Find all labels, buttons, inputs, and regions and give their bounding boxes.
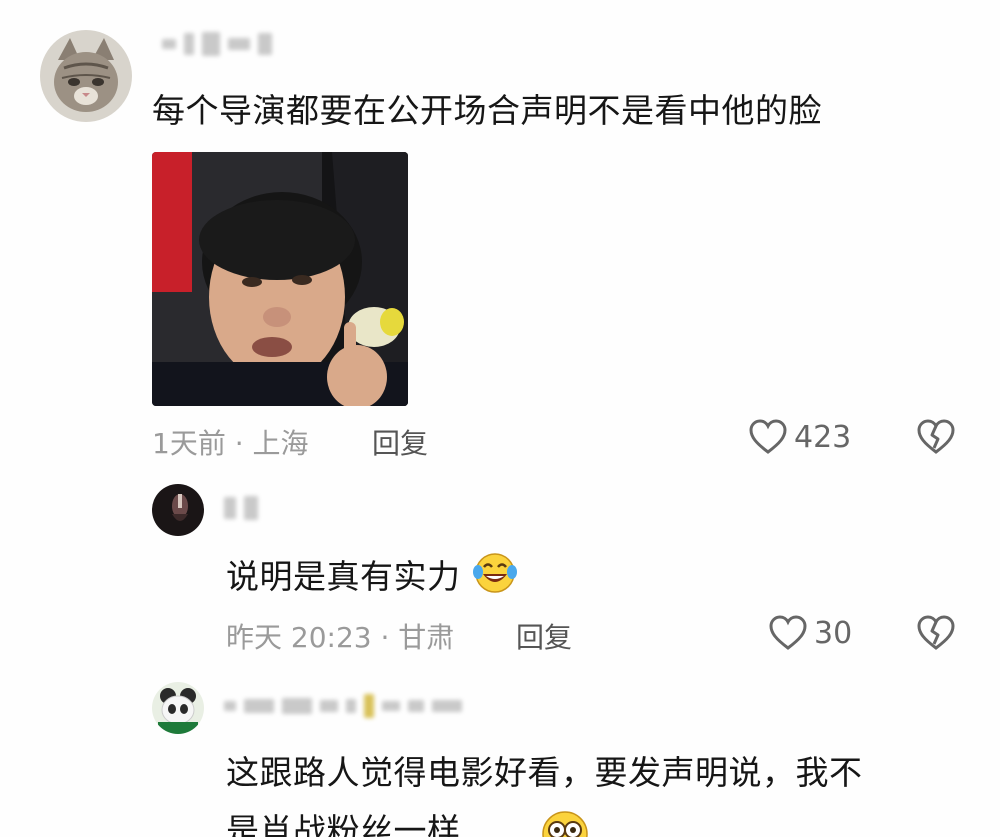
comment-meta: 昨天 20:23 · 甘肃: [226, 621, 455, 654]
comment-text: 说明是真有实力: [226, 550, 518, 600]
comment-text: 每个导演都要在公开场合声明不是看中他的脸: [152, 91, 822, 130]
avatar-cat[interactable]: [40, 30, 132, 122]
avatar-panda[interactable]: [152, 682, 204, 734]
like-button[interactable]: 423: [748, 418, 851, 456]
like-button[interactable]: 30: [768, 614, 852, 652]
panda-avatar-icon: [152, 682, 204, 734]
like-count: 423: [794, 419, 852, 455]
dislike-button[interactable]: [916, 614, 956, 652]
comment-text-line-2-content: 是肖战粉丝一样: [226, 811, 461, 837]
username-blurred[interactable]: [224, 694, 462, 718]
broken-heart-icon: [917, 419, 955, 454]
dark-avatar-icon: [152, 484, 204, 536]
username-blurred[interactable]: [162, 32, 272, 56]
avatar-dark[interactable]: [152, 484, 204, 536]
comment-text-content: 说明是真有实力: [226, 557, 461, 596]
username-blurred[interactable]: [224, 496, 258, 520]
cat-avatar-icon: [40, 30, 132, 122]
comment-text-line-2: 是肖战粉丝一样: [226, 808, 591, 837]
reply-button[interactable]: 回复: [372, 422, 428, 462]
like-count: 30: [814, 615, 853, 651]
reaction-photo: [152, 152, 408, 406]
reply-button[interactable]: 回复: [516, 616, 572, 656]
heart-outline-icon: [769, 615, 807, 650]
comment-meta: 1天前 · 上海: [152, 427, 309, 460]
comment-image[interactable]: [152, 152, 408, 406]
heart-outline-icon: [749, 419, 787, 454]
laughing-crying-emoji: [472, 550, 518, 596]
broken-heart-icon: [917, 615, 955, 650]
wide-eyed-emoji: [539, 808, 591, 837]
comment-text-line-1: 这跟路人觉得电影好看，要发声明说，我不: [226, 753, 863, 792]
comment-thread: 每个导演都要在公开场合声明不是看中他的脸 1天前 · 上海 回复 423 说明是…: [0, 0, 1000, 837]
dislike-button[interactable]: [916, 418, 956, 456]
